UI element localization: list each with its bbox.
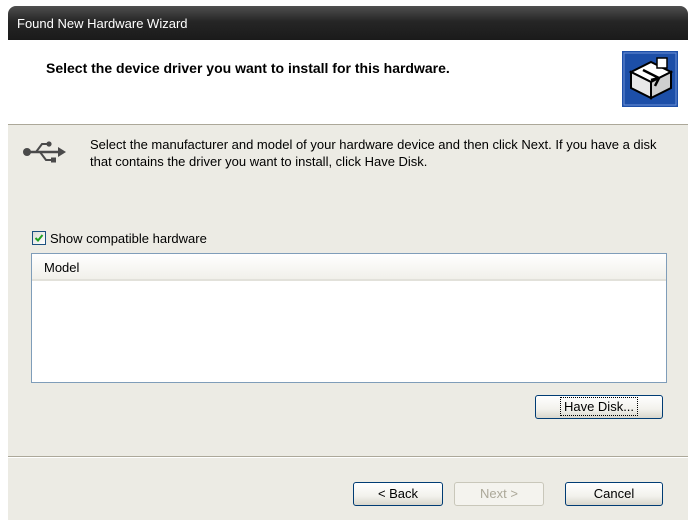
usb-icon bbox=[23, 141, 66, 163]
wizard-window: Found New Hardware Wizard Select the dev… bbox=[8, 6, 688, 520]
show-compatible-hardware-label[interactable]: Show compatible hardware bbox=[50, 231, 207, 246]
hardware-wizard-icon bbox=[622, 51, 678, 107]
next-button[interactable]: Next > bbox=[454, 482, 544, 506]
have-disk-button[interactable]: Have Disk... bbox=[535, 395, 663, 419]
window-title: Found New Hardware Wizard bbox=[17, 16, 188, 31]
cancel-button[interactable]: Cancel bbox=[565, 482, 663, 506]
model-column-label: Model bbox=[44, 260, 80, 275]
back-button[interactable]: < Back bbox=[353, 482, 443, 506]
title-bar[interactable]: Found New Hardware Wizard bbox=[8, 6, 688, 40]
model-list[interactable]: Model bbox=[31, 253, 667, 383]
footer-separator bbox=[8, 456, 688, 458]
wizard-header: Select the device driver you want to ins… bbox=[8, 40, 688, 125]
show-compatible-hardware-checkbox-row[interactable]: Show compatible hardware bbox=[32, 229, 207, 247]
checkmark-icon bbox=[34, 234, 44, 242]
instructions-text: Select the manufacturer and model of you… bbox=[90, 137, 657, 169]
header-title: Select the device driver you want to ins… bbox=[46, 60, 450, 76]
show-compatible-hardware-checkbox[interactable] bbox=[32, 231, 46, 245]
model-column-header[interactable]: Model bbox=[32, 254, 666, 281]
